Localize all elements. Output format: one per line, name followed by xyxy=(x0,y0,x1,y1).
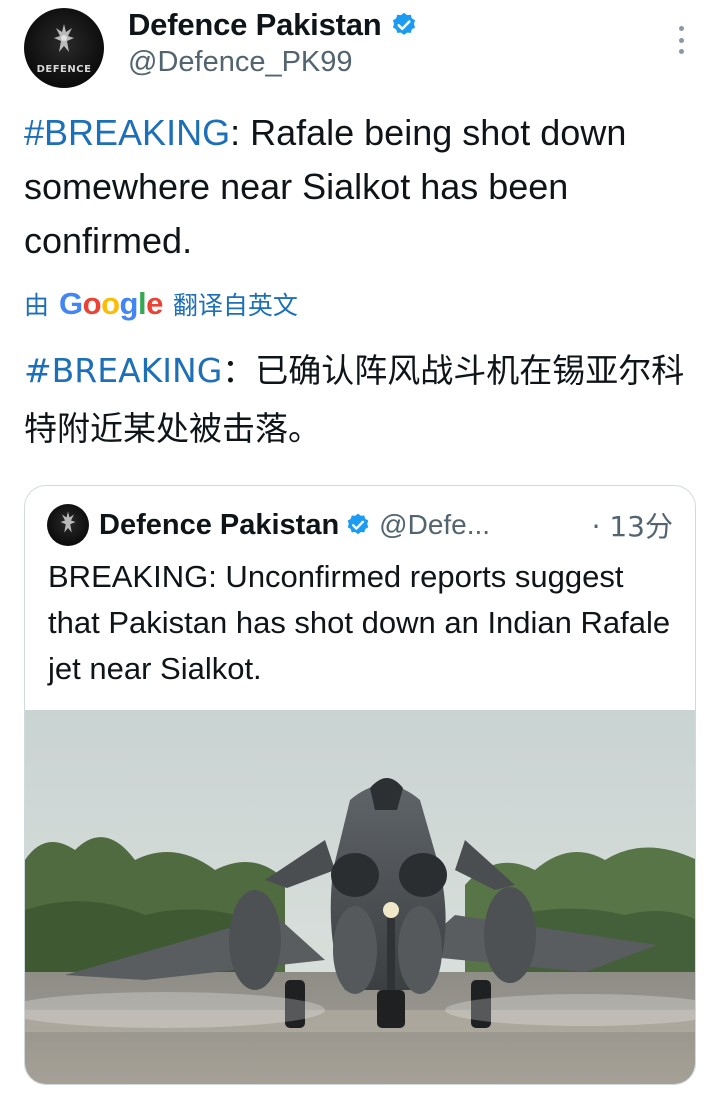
verified-badge-icon xyxy=(347,513,369,535)
avatar-label: DEFENCE xyxy=(36,64,92,75)
quoted-tweet-card[interactable]: Defence Pakistan @Defe... · 13分 BREAKING… xyxy=(24,485,696,1085)
quoted-tweet-text: BREAKING: Unconfirmed reports suggest th… xyxy=(48,559,671,686)
translated-by-google[interactable]: 由 Google 翻译自英文 xyxy=(24,284,298,324)
translated-text: #BREAKING：已确认阵风战斗机在锡亚尔科特附近某处被击落。 xyxy=(24,342,696,458)
tweet-detail: DEFENCE Defence Pakistan @Defence_PK99 #… xyxy=(0,0,720,1097)
quoted-author-handle[interactable]: @Defe... xyxy=(379,509,490,541)
fighter-jet-photo[interactable] xyxy=(25,710,695,1084)
translated-suffix: 翻译自英文 xyxy=(172,291,298,320)
author-name-row: Defence Pakistan xyxy=(128,4,418,46)
author-avatar[interactable]: DEFENCE xyxy=(24,8,104,88)
hashtag-link[interactable]: #BREAKING xyxy=(24,112,230,153)
quoted-tweet-time[interactable]: · 13分 xyxy=(592,505,673,545)
quoted-tweet-header: Defence Pakistan @Defe... · 13分 xyxy=(47,504,673,546)
translated-prefix: 由 xyxy=(24,291,50,320)
defence-emblem-icon xyxy=(54,24,74,52)
more-options-icon[interactable] xyxy=(672,22,690,58)
tweet-body: #BREAKING: Rafale being shot down somewh… xyxy=(24,106,694,268)
google-logo: Google xyxy=(59,286,163,321)
author-handle[interactable]: @Defence_PK99 xyxy=(128,46,353,79)
quoted-author-avatar[interactable] xyxy=(47,504,89,546)
quoted-author-name[interactable]: Defence Pakistan xyxy=(99,509,339,542)
translated-hashtag-link[interactable]: #BREAKING xyxy=(24,351,222,390)
verified-badge-icon xyxy=(392,12,415,35)
defence-emblem-icon xyxy=(60,511,76,533)
author-display-name[interactable]: Defence Pakistan xyxy=(128,7,382,43)
